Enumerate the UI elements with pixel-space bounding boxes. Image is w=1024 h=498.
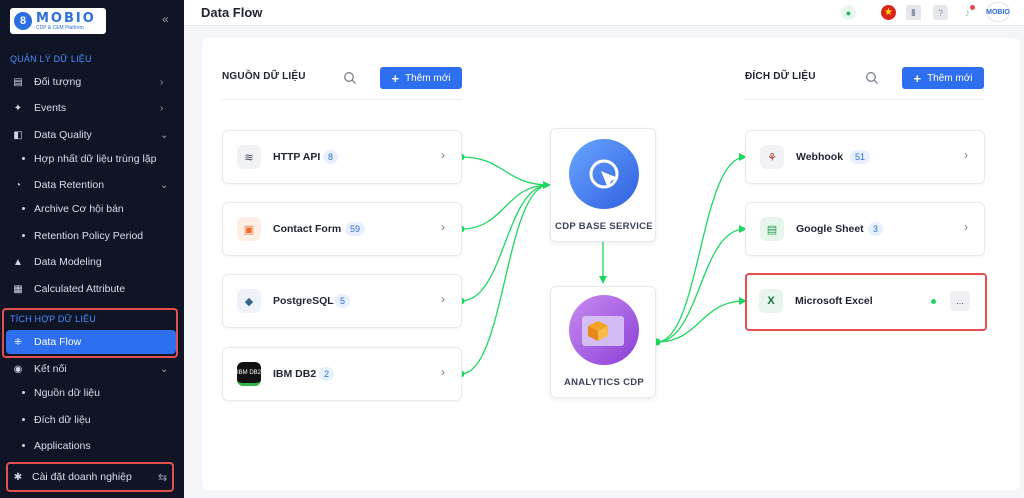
count-badge: 59 [345,222,366,236]
flow-icon: ⁜ [13,336,23,348]
chevron-right-icon: › [441,148,445,162]
chevron-right-icon: › [160,102,164,114]
source-card-contact-form[interactable]: ▣ Contact Form 59 › [222,202,462,256]
sidebar-item-merge-duplicates[interactable]: Hợp nhất dữ liệu trùng lặp [0,147,184,171]
plus-icon: + [913,70,922,86]
sources-title: NGUỒN DỮ LIỆU [222,71,306,82]
sidebar-item-data-flow[interactable]: ⁜ Data Flow [0,330,184,354]
chat-icon[interactable]: ● [841,5,856,20]
logo-text: MOBIO [36,10,96,26]
search-icon[interactable] [865,71,879,85]
sidebar-item-data-modeling[interactable]: ▲ Data Modeling [0,250,184,274]
chevron-down-icon: ⌄ [160,363,169,375]
add-destination-button[interactable]: + Thêm mới [902,67,984,89]
data-flow-canvas [202,38,1020,490]
events-icon: ✦ [13,102,23,114]
sidebar-item-enterprise-settings[interactable]: ✱ Cài đặt doanh nghiệp ⇆ [0,465,184,489]
sidebar-item-retention-policy[interactable]: Retention Policy Period [0,224,184,248]
more-options-button[interactable]: ... [950,291,970,311]
cursor-click-icon [569,139,639,209]
chevron-right-icon: › [441,365,445,379]
destination-card-google-sheet[interactable]: ▤ Google Sheet 3 › [745,202,985,256]
connection-icon: ◉ [13,363,23,375]
form-icon: ▣ [237,217,261,241]
table-icon: ▤ [13,76,23,88]
destination-card-webhook[interactable]: ⚘ Webhook 51 › [745,130,985,184]
page-title: Data Flow [201,5,263,20]
help-icon[interactable]: ? [933,5,948,20]
vietnam-flag-icon[interactable]: ★ [881,5,896,20]
logo[interactable]: 8 MOBIO CDP & CEM Platform [10,8,106,34]
data-quality-icon: ◧ [13,129,23,141]
count-badge: 51 [850,150,871,164]
sidebar-item-data-quality[interactable]: ◧ Data Quality ⌄ [0,123,184,147]
chevron-down-icon: ⌄ [160,179,169,191]
webhook-icon: ⚘ [760,145,784,169]
hub-analytics-cdp[interactable]: ANALYTICS CDP [550,286,656,398]
notification-dot [970,5,975,10]
chevron-right-icon: › [964,148,968,162]
google-sheet-icon: ▤ [760,217,784,241]
source-card-postgresql[interactable]: ◆ PostgreSQL 5 › [222,274,462,328]
count-badge: 2 [319,367,335,381]
sidebar-item-objects[interactable]: ▤ Đối tượng › [0,70,184,94]
switch-icon[interactable]: ⇆ [158,471,167,484]
avatar[interactable]: MOBIO [986,2,1010,22]
modeling-icon: ▲ [13,256,23,268]
sidebar-item-data-sources[interactable]: Nguồn dữ liệu [0,381,184,405]
calculator-icon: ▦ [13,283,23,295]
status-dot [931,299,936,304]
wifi-icon: ≋ [237,145,261,169]
collapse-sidebar-icon[interactable]: « [162,12,169,26]
chevron-right-icon: › [441,220,445,234]
source-card-http-api[interactable]: ≋ HTTP API 8 › [222,130,462,184]
source-card-ibm-db2[interactable]: IBM DB2 IBM DB2 2 › [222,347,462,401]
logo-mark-icon: 8 [14,12,32,30]
chevron-down-icon: ⌄ [160,129,169,141]
section-data-integration: TÍCH HỢP DỮ LIỆU [10,314,96,324]
sidebar: 8 MOBIO CDP & CEM Platform « QUẢN LÝ DỮ … [0,0,184,498]
sidebar-item-applications[interactable]: Applications [0,434,184,458]
search-icon[interactable] [343,71,357,85]
ibm-db2-icon: IBM DB2 [237,362,261,386]
chevron-right-icon: › [160,76,164,88]
sidebar-item-connections[interactable]: ◉ Kết nối ⌄ [0,357,184,381]
add-source-button[interactable]: + Thêm mới [380,67,462,89]
excel-icon: X [759,289,783,313]
sidebar-item-data-retention[interactable]: ◔ Data Retention ⌄ [0,173,184,197]
destination-card-microsoft-excel[interactable]: X Microsoft Excel ... [748,276,984,328]
hub-cdp-base-service[interactable]: CDP BASE SERVICE [550,128,656,242]
count-badge: 3 [868,222,884,236]
analytics-icon [569,295,639,365]
plus-icon: + [391,70,400,86]
section-data-management: QUẢN LÝ DỮ LIỆU [10,54,92,64]
retention-icon: ◔ [14,179,22,191]
sidebar-item-calculated-attribute[interactable]: ▦ Calculated Attribute [0,277,184,301]
postgresql-icon: ◆ [237,289,261,313]
chevron-right-icon: › [441,292,445,306]
count-badge: 8 [323,150,339,164]
count-badge: 5 [335,294,351,308]
sidebar-item-data-destinations[interactable]: Đích dữ liệu [0,408,184,432]
sidebar-item-archive[interactable]: Archive Cơ hội bán [0,197,184,221]
gear-icon: ✱ [13,471,23,483]
logo-subtitle: CDP & CEM Platform [36,24,84,31]
sidebar-item-events[interactable]: ✦ Events › [0,96,184,120]
chevron-right-icon: › [964,220,968,234]
book-icon[interactable]: ▮ [906,5,921,20]
top-header: Data Flow ● ★ ▮ ? ♪ MOBIO [184,0,1024,26]
destinations-title: ĐÍCH DỮ LIỆU [745,71,816,82]
